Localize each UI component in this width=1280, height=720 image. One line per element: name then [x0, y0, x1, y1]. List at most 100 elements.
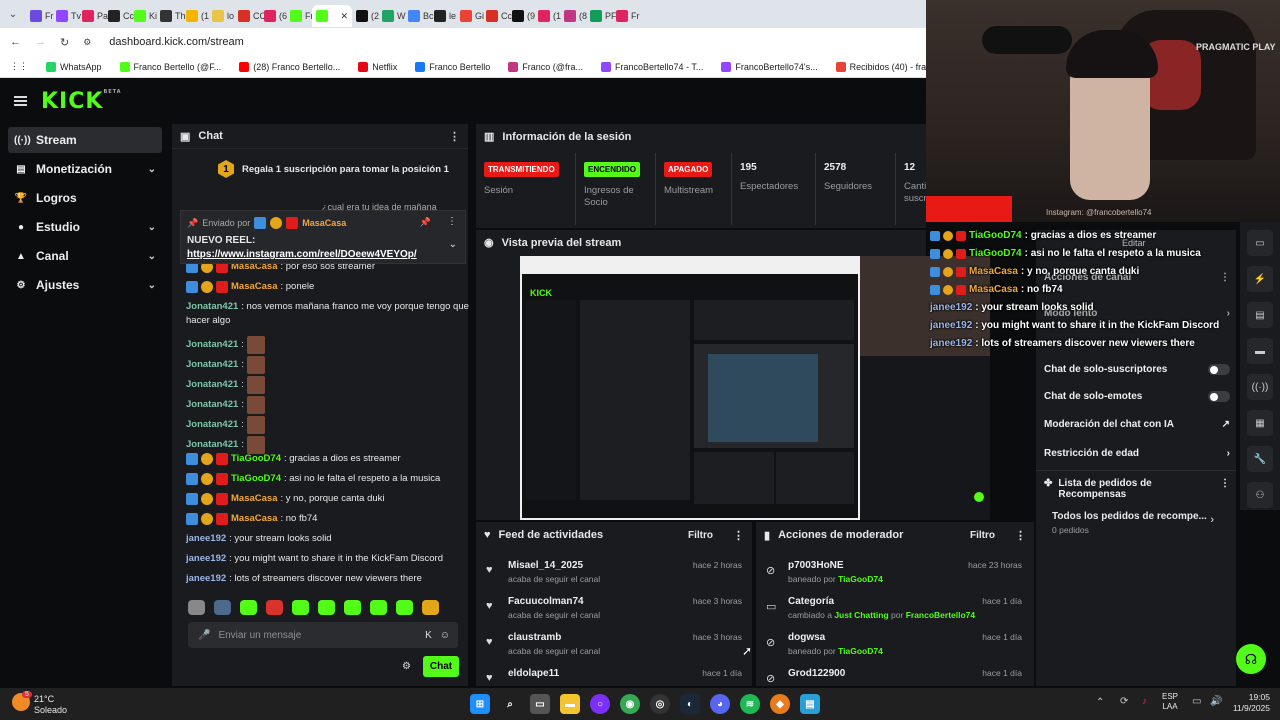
feed-filter-button[interactable]: Filtro: [688, 530, 713, 541]
mods-options-icon[interactable]: ⋮: [1015, 529, 1026, 542]
chevron-down-icon[interactable]: ⌄: [148, 251, 156, 262]
chat-username[interactable]: MasaCasa: [231, 492, 277, 506]
feed-user[interactable]: Misael_14_2025: [508, 560, 583, 571]
bookmark-item[interactable]: Franco Bertello: [415, 61, 490, 72]
browser-tab[interactable]: Pa: [78, 5, 108, 27]
quick-emote-icon[interactable]: [188, 600, 205, 615]
mod-target[interactable]: p7003HoNE: [788, 560, 844, 571]
chat-username[interactable]: Jonatan421: [186, 418, 238, 432]
sidebar-item-monetización[interactable]: ▤ Monetización ⌄: [8, 156, 162, 182]
mod-action-item[interactable]: ▭ Categoría cambiado a Just Chatting por F…: [766, 596, 1022, 630]
back-icon[interactable]: ←: [10, 36, 21, 48]
bookmark-item[interactable]: Franco (@fra...: [508, 61, 583, 72]
chat-username[interactable]: janee192: [186, 532, 226, 546]
file-explorer-icon[interactable]: ▬: [560, 694, 580, 714]
chevron-down-icon[interactable]: ⌄: [148, 164, 156, 175]
notepad-icon[interactable]: ▤: [800, 694, 820, 714]
chat-username[interactable]: TiaGooD74: [231, 472, 281, 486]
mic-tray-icon[interactable]: ♪: [1142, 696, 1147, 707]
unpin-icon[interactable]: 📌: [420, 217, 431, 228]
pinned-options-icon[interactable]: ⋮: [447, 216, 457, 227]
quick-emote-icon[interactable]: [422, 600, 439, 615]
forward-icon[interactable]: →: [35, 36, 46, 48]
url-field[interactable]: dashboard.kick.com/stream: [109, 36, 244, 48]
emotes-only-toggle[interactable]: [1208, 391, 1230, 402]
rewards-chevron-icon[interactable]: ›: [1210, 514, 1214, 526]
rewards-all-link[interactable]: Todos los pedidos de recompe...: [1052, 511, 1207, 522]
browser-tab[interactable]: Ki: [130, 5, 157, 27]
browser-tab[interactable]: W: [378, 5, 406, 27]
mod-action-item[interactable]: ⊘ dogwsa baneado por TiaGooD74 hace 1 día: [766, 632, 1022, 666]
site-info-icon[interactable]: ⚙: [83, 37, 91, 48]
browser-tab[interactable]: ✕: [312, 5, 352, 27]
emoji-icon[interactable]: ☺: [440, 630, 450, 641]
chat-username[interactable]: TiaGooD74: [231, 452, 281, 466]
feed-item[interactable]: ♥ claustramb acaba de seguir el canal hace …: [486, 632, 742, 666]
quick-emote-icon[interactable]: [292, 600, 309, 615]
chat-username[interactable]: Jonatan421: [186, 358, 238, 372]
tray-chevron-icon[interactable]: ⌃: [1096, 697, 1104, 708]
chat-username[interactable]: Jonatan421: [186, 338, 238, 352]
browser-tab[interactable]: (1: [182, 5, 209, 27]
pinned-link[interactable]: https://www.instagram.com/reel/DOeew4VEY…: [187, 249, 417, 260]
game-launcher-icon[interactable]: ◆: [770, 694, 790, 714]
quick-emote-icon[interactable]: [214, 600, 231, 615]
browser-tab[interactable]: Bc: [404, 5, 434, 27]
chat-username[interactable]: Jonatan421: [186, 378, 238, 392]
app-icon[interactable]: ○: [590, 694, 610, 714]
windows-start-icon[interactable]: ⊞: [470, 694, 490, 714]
chevron-down-icon[interactable]: ⌄: [148, 280, 156, 291]
kick-logo[interactable]: KICKBETA: [41, 89, 122, 114]
sidebar-item-logros[interactable]: 🏆 Logros: [8, 185, 162, 211]
panel-icon[interactable]: ▦: [1247, 410, 1273, 436]
mic-icon[interactable]: 🎤: [198, 630, 210, 641]
language-indicator[interactable]: ESP LAA: [1162, 692, 1178, 712]
mod-target[interactable]: Grod122900: [788, 668, 845, 679]
broadcast-icon[interactable]: ((·)): [1247, 374, 1273, 400]
chat-username[interactable]: Jonatan421: [186, 438, 238, 452]
mod-target[interactable]: dogwsa: [788, 632, 825, 643]
browser-tab[interactable]: PF: [586, 5, 617, 27]
bolt-icon[interactable]: ⚡: [1247, 266, 1273, 292]
chat-rail-icon[interactable]: ▭: [1247, 230, 1273, 256]
chat-settings-icon[interactable]: ⚙: [402, 661, 411, 672]
chrome-icon[interactable]: ◉: [620, 694, 640, 714]
sidebar-item-estudio[interactable]: ● Estudio ⌄: [8, 214, 162, 240]
browser-tab[interactable]: Fr: [26, 5, 54, 27]
browser-tab[interactable]: Tv: [52, 5, 81, 27]
feed-options-icon[interactable]: ⋮: [733, 529, 744, 542]
menu-hamburger-icon[interactable]: [14, 94, 27, 108]
browser-tab[interactable]: lo: [208, 5, 234, 27]
obs-icon[interactable]: ◎: [650, 694, 670, 714]
weather-widget[interactable]: 21°C Soleado: [34, 694, 67, 716]
network-tray-icon[interactable]: ⟳: [1120, 696, 1128, 707]
bookmark-item[interactable]: FrancoBertello74's...: [721, 61, 818, 72]
feed-user[interactable]: Facuucolman74: [508, 596, 584, 607]
chat-input[interactable]: 🎤 Enviar un mensaje K ☺: [188, 622, 458, 648]
browser-tab[interactable]: (2: [352, 5, 379, 27]
chat-send-button[interactable]: Chat: [423, 656, 459, 677]
browser-tab[interactable]: le: [430, 5, 456, 27]
reload-icon[interactable]: ↻: [60, 36, 69, 49]
network-icon[interactable]: ⚇: [1247, 482, 1273, 508]
browser-tab[interactable]: (8: [560, 5, 587, 27]
feed-user[interactable]: eldolape11: [508, 668, 559, 679]
browser-tab[interactable]: Fr: [612, 5, 640, 27]
chat-username[interactable]: MasaCasa: [231, 512, 277, 526]
subs-only-toggle[interactable]: [1208, 364, 1230, 375]
support-headset-button[interactable]: ☊: [1236, 644, 1266, 674]
sidebar-item-ajustes[interactable]: ⚙ Ajustes ⌄: [8, 272, 162, 298]
chat-username[interactable]: MasaCasa: [231, 280, 277, 294]
pinned-user[interactable]: MasaCasa: [302, 218, 346, 228]
sidebar-item-canal[interactable]: ▲ Canal ⌄: [8, 243, 162, 269]
quick-emote-icon[interactable]: [266, 600, 283, 615]
browser-tab[interactable]: CC: [234, 5, 266, 27]
wrench-icon[interactable]: 🔧: [1247, 446, 1273, 472]
discord-icon[interactable]: ◕: [710, 694, 730, 714]
tab-search-button[interactable]: ⌄: [0, 9, 26, 20]
sidebar-item-stream[interactable]: ((·)) Stream: [8, 127, 162, 153]
bookmark-item[interactable]: Franco Bertello (@F...: [119, 61, 221, 72]
bookmark-item[interactable]: WhatsApp: [46, 61, 102, 72]
search-icon[interactable]: ⌕: [500, 694, 520, 714]
document-icon[interactable]: ▤: [1247, 302, 1273, 328]
